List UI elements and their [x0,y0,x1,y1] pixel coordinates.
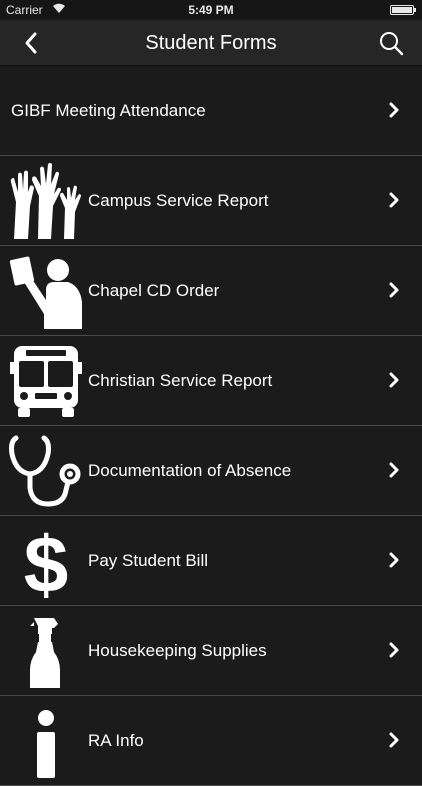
list-item-label: Chapel CD Order [88,281,220,300]
list-item-label: Christian Service Report [88,371,273,390]
forms-list: GIBF Meeting Attendance Campus Service R… [0,66,422,786]
person-holding-cd-icon [9,256,82,329]
search-button[interactable] [374,28,408,58]
chevron-right-icon [389,462,399,478]
list-item-housekeeping-supplies[interactable]: Housekeeping Supplies [0,606,422,696]
chevron-right-icon [389,102,399,118]
info-icon [37,710,55,778]
dollar-icon: $ [24,522,69,599]
bus-icon [10,346,82,417]
navigation-bar: Student Forms [0,20,422,66]
list-item-label: Pay Student Bill [88,551,209,570]
page-title: Student Forms [145,32,277,54]
list-item-gibf-meeting-attendance[interactable]: GIBF Meeting Attendance [0,66,422,156]
list-item-pay-student-bill[interactable]: $ Pay Student Bill [0,516,422,606]
list-item-label: RA Info [88,731,144,750]
stethoscope-icon [9,435,81,507]
list-item-label: Documentation of Absence [88,461,292,480]
list-item-label: Campus Service Report [88,191,269,210]
chevron-right-icon [389,642,399,658]
chevron-right-icon [389,282,399,298]
list-item-label: GIBF Meeting Attendance [11,101,206,120]
list-item-documentation-of-absence[interactable]: Documentation of Absence [0,426,422,516]
chevron-right-icon [389,552,399,568]
chevron-right-icon [389,372,399,388]
battery-icon [390,5,416,15]
status-time: 5:49 PM [188,3,234,17]
chevron-right-icon [389,192,399,208]
spray-bottle-icon [30,618,60,688]
list-item-christian-service-report[interactable]: Christian Service Report [0,336,422,426]
list-item-chapel-cd-order[interactable]: Chapel CD Order [0,246,422,336]
svg-text:$: $ [24,522,69,599]
list-item-ra-info[interactable]: RA Info [0,696,422,786]
search-icon [380,32,404,56]
list-item-campus-service-report[interactable]: Campus Service Report [0,156,422,246]
list-item-label: Housekeeping Supplies [88,641,267,660]
chevron-right-icon [389,732,399,748]
raised-hands-icon [10,163,81,239]
status-bar: Carrier 5:49 PM [0,0,422,20]
